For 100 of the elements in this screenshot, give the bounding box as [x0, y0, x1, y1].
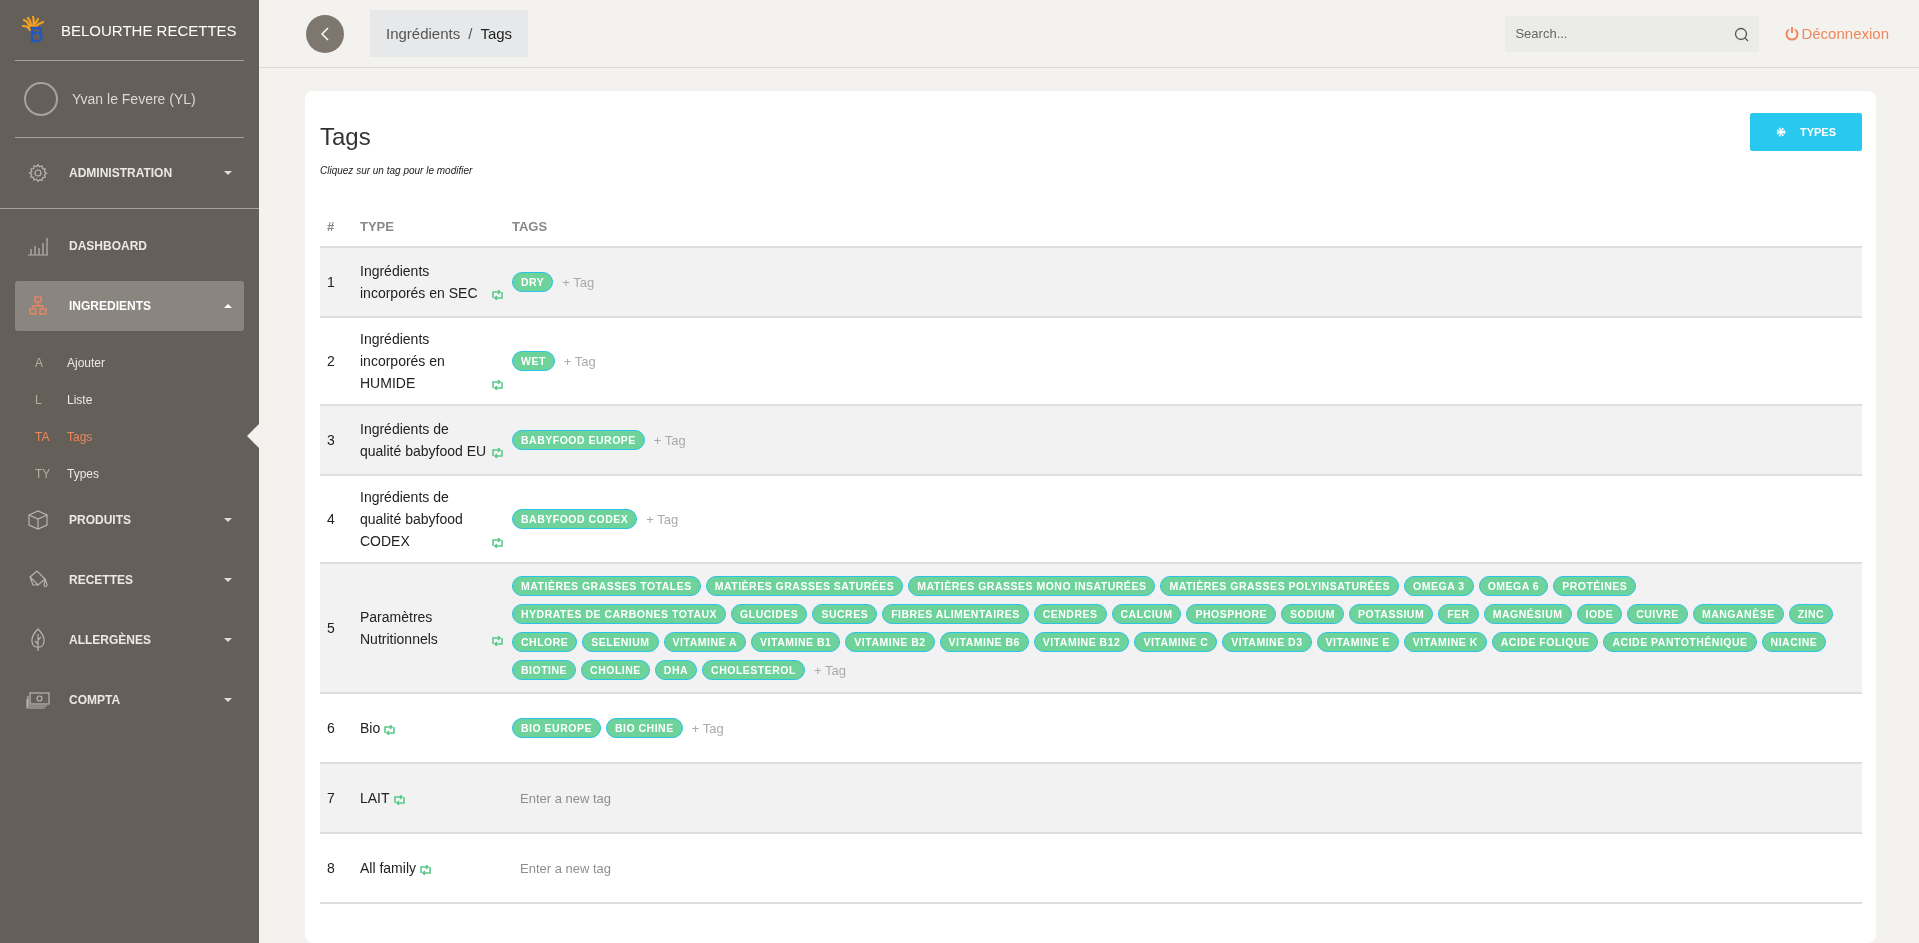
repeat-icon[interactable] [491, 290, 504, 300]
repeat-icon[interactable] [392, 795, 406, 805]
tag-chip[interactable]: CHOLESTEROL [702, 660, 805, 680]
active-indicator [247, 424, 259, 448]
submenu-item[interactable]: A Ajouter [0, 344, 259, 381]
submenu-item[interactable]: TY Types [0, 455, 259, 492]
tag-chip[interactable]: ZINC [1788, 604, 1834, 624]
tag-chip[interactable]: BIOTINE [512, 660, 577, 680]
row-number: 8 [326, 860, 336, 876]
breadcrumb-item[interactable]: Ingrédients [386, 25, 461, 42]
brand-name: BELOURTHE RECETTES [61, 21, 237, 39]
submenu-item[interactable]: L Liste [0, 381, 259, 418]
tag-chip[interactable]: IODE [1576, 604, 1623, 624]
bar-chart-icon [27, 236, 49, 256]
tag-chip[interactable]: DHA [654, 660, 698, 680]
add-tag-link[interactable]: + Tag [563, 353, 596, 369]
avatar [24, 82, 58, 116]
repeat-icon[interactable] [491, 380, 504, 390]
tag-chip[interactable]: PROTÉINES [1553, 576, 1637, 596]
leaf-icon [29, 628, 47, 652]
type-name: Ingrédients incorporés en SEC [360, 262, 479, 303]
tag-chip[interactable]: VITAMINE K [1403, 632, 1487, 652]
tag-chip[interactable]: ACIDE FOLIQUE [1491, 632, 1599, 652]
tag-chip[interactable]: CUIVRE [1627, 604, 1688, 624]
row-number: 7 [326, 790, 336, 806]
caret-icon [224, 578, 232, 582]
submenu-item[interactable]: TA Tags [0, 418, 259, 455]
tag-chip[interactable]: VITAMINE D3 [1222, 632, 1312, 652]
tag-chip[interactable]: SELENIUM [582, 632, 659, 652]
tag-chip[interactable]: VITAMINE B1 [751, 632, 841, 652]
tag-chip[interactable]: GLUCIDES [731, 604, 808, 624]
tag-chip[interactable]: VITAMINE C [1134, 632, 1218, 652]
tag-chip[interactable]: VITAMINE B2 [845, 632, 935, 652]
types-button[interactable]: TYPES [1750, 113, 1862, 151]
logout-link[interactable]: Déconnexion [1785, 25, 1889, 42]
add-tag-link[interactable]: + Tag [653, 432, 686, 448]
tag-chip[interactable]: CENDRES [1033, 604, 1107, 624]
tag-chip[interactable]: POTASSIUM [1349, 604, 1434, 624]
tag-chip[interactable]: FIBRES ALIMENTAIRES [882, 604, 1029, 624]
caret-icon [224, 171, 232, 175]
tag-chip[interactable]: SODIUM [1281, 604, 1345, 624]
repeat-icon[interactable] [491, 538, 504, 548]
tag-chip[interactable]: VITAMINE B6 [939, 632, 1029, 652]
tag-chip[interactable]: CHLORE [512, 632, 578, 652]
tag-chip[interactable]: CALCIUM [1111, 604, 1182, 624]
tag-chip[interactable]: HYDRATES DE CARBONES TOTAUX [512, 604, 727, 624]
row-number: 1 [326, 274, 336, 290]
add-tag-link[interactable]: + Tag [646, 511, 679, 527]
new-tag-field[interactable]: Enter a new tag [512, 790, 728, 806]
caret-icon [224, 638, 232, 642]
repeat-icon[interactable] [491, 636, 504, 646]
tag-chip[interactable]: WET [512, 351, 555, 371]
menu-item[interactable]: ALLERGÈNES [15, 615, 244, 665]
menu-item[interactable]: INGREDIENTS [15, 281, 244, 331]
row-number: 3 [326, 432, 336, 448]
tag-chip[interactable]: VITAMINE E [1316, 632, 1399, 652]
menu-item[interactable]: DASHBOARD [15, 221, 244, 271]
caret-icon [224, 304, 232, 308]
tag-chip[interactable]: BABYFOOD EUROPE [512, 430, 645, 450]
power-icon [1785, 26, 1800, 41]
tag-chip[interactable]: BIO EUROPE [512, 718, 601, 738]
row-number: 5 [326, 620, 336, 636]
tag-chip[interactable]: FER [1438, 604, 1479, 624]
add-tag-link[interactable]: + Tag [813, 662, 846, 678]
tag-chip[interactable]: MANGANÈSE [1692, 604, 1784, 624]
back-button[interactable] [306, 14, 344, 53]
tag-chip[interactable]: MAGNÉSIUM [1483, 604, 1572, 624]
search-field[interactable]: Search... [1505, 15, 1760, 52]
tag-chip[interactable]: OMEGA 6 [1478, 576, 1549, 596]
tag-chip[interactable]: VITAMINE B12 [1033, 632, 1130, 652]
tag-chip[interactable]: SUCRES [812, 604, 878, 624]
tag-chip[interactable]: CHOLINE [581, 660, 650, 680]
tag-chip[interactable]: VITAMINE A [663, 632, 747, 652]
repeat-icon[interactable] [383, 725, 397, 735]
add-tag-link[interactable]: + Tag [691, 720, 724, 736]
tag-chip[interactable]: MATIÈRES GRASSES POLYINSATURÉES [1160, 576, 1400, 596]
menu-item[interactable]: RECETTES [15, 555, 244, 605]
tag-chip[interactable]: DRY [512, 272, 554, 292]
tag-chip[interactable]: PHOSPHORE [1186, 604, 1277, 624]
repeat-icon[interactable] [491, 448, 504, 458]
new-tag-field[interactable]: Enter a new tag [512, 860, 728, 876]
caret-icon [224, 698, 232, 702]
tag-chip[interactable]: MATIÈRES GRASSES SATURÉES [705, 576, 904, 596]
tag-chip[interactable]: NIACINE [1761, 632, 1827, 652]
tag-chip[interactable]: ACIDE PANTOTHÉNIQUE [1603, 632, 1757, 652]
type-name: Ingrédients de qualité babyfood CODEX [360, 488, 464, 551]
tag-chip[interactable]: OMEGA 3 [1404, 576, 1474, 596]
menu-item[interactable]: COMPTA [15, 675, 244, 725]
tag-chip[interactable]: MATIÈRES GRASSES MONO INSATURÉES [908, 576, 1156, 596]
search-icon [1734, 26, 1750, 42]
add-tag-link[interactable]: + Tag [562, 274, 595, 290]
menu-item[interactable]: ADMINISTRATION [15, 148, 244, 198]
repeat-icon[interactable] [419, 865, 432, 875]
tag-chip[interactable]: MATIÈRES GRASSES TOTALES [512, 576, 701, 596]
gear-icon [28, 163, 48, 183]
row-number: 4 [326, 511, 336, 527]
tag-chip[interactable]: BIO CHINE [605, 718, 683, 738]
menu-item[interactable]: PRODUITS [15, 495, 244, 545]
money-icon [26, 691, 50, 709]
tag-chip[interactable]: BABYFOOD CODEX [512, 509, 638, 529]
